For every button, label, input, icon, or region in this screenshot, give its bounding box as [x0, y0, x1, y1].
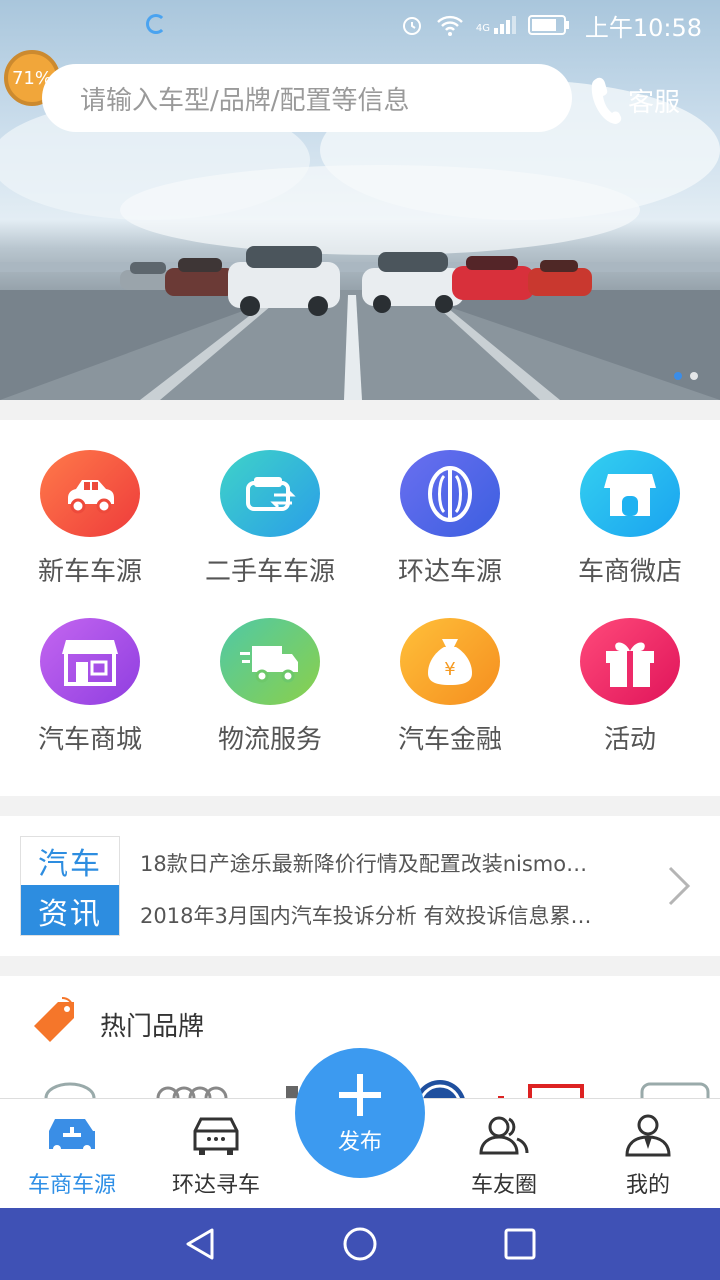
customer-service-label: 客服 — [628, 87, 681, 118]
search-input[interactable]: 请输入车型/品牌/配置等信息 — [42, 64, 572, 132]
alarm-icon — [402, 17, 421, 35]
nav-label: 车友圈 — [470, 1173, 537, 1198]
friends-icon — [479, 1116, 529, 1155]
grid-item-finance[interactable]: ¥ 汽车金融 — [360, 588, 540, 756]
grid-label: 新车车源 — [37, 557, 142, 587]
status-icons: 4G — [400, 10, 570, 40]
grid-label: 物流服务 — [217, 725, 322, 755]
news-logo-top: 汽车 — [21, 837, 119, 885]
recent-apps-icon[interactable] — [502, 1226, 538, 1262]
car-exchange-icon — [220, 450, 320, 537]
car-icon — [40, 450, 140, 537]
news-logo-bottom: 资讯 — [21, 885, 119, 935]
back-icon[interactable] — [182, 1226, 218, 1262]
customer-service-button[interactable]: 客服 — [588, 72, 680, 128]
grid-item-dealer-store[interactable]: 车商微店 — [540, 420, 720, 588]
grid-item-logistics[interactable]: 物流服务 — [180, 588, 360, 756]
system-navigation-bar — [0, 1208, 720, 1280]
car-source-icon — [49, 1119, 95, 1153]
grid-label: 车商微店 — [577, 557, 682, 587]
money-bag-icon: ¥ — [400, 618, 500, 705]
car-search-icon — [193, 1117, 239, 1155]
grid-label: 活动 — [603, 725, 656, 755]
search-placeholder: 请输入车型/品牌/配置等信息 — [80, 85, 410, 116]
grid-item-new-car[interactable]: 新车车源 — [0, 420, 180, 588]
phone-icon — [591, 77, 622, 124]
grid-item-car-mall[interactable]: 汽车商城 — [0, 588, 180, 756]
store-icon — [580, 450, 680, 537]
banner-image — [0, 80, 720, 400]
wifi-icon — [437, 15, 463, 36]
carousel-indicator — [674, 372, 698, 380]
news-headline[interactable]: 2018年3月国内汽车投诉分析 有效投诉信息累… — [140, 900, 640, 930]
home-icon[interactable] — [342, 1226, 378, 1262]
truck-icon — [220, 618, 320, 705]
nav-label: 环达寻车 — [171, 1173, 260, 1198]
nav-label: 车商车源 — [27, 1173, 116, 1198]
grid-label: 二手车车源 — [204, 557, 335, 587]
tag-icon — [34, 997, 74, 1042]
svg-text:¥: ¥ — [444, 659, 455, 680]
shop-icon — [40, 618, 140, 705]
nav-label: 我的 — [625, 1173, 670, 1198]
grid-item-huanda[interactable]: 环达车源 — [360, 420, 540, 588]
publish-label: 发布 — [337, 1130, 382, 1155]
car-news-logo: 汽车 资讯 — [20, 836, 120, 936]
publish-button[interactable]: 发布 — [295, 1048, 425, 1178]
profile-icon — [625, 1114, 671, 1157]
plus-icon — [339, 1074, 381, 1116]
grid-item-activity[interactable]: 活动 — [540, 588, 720, 756]
hot-brands-title: 热门品牌 — [100, 1012, 205, 1042]
loading-icon — [146, 14, 166, 34]
nav-tab-dealer-source[interactable]: 车商车源 — [0, 1099, 144, 1209]
gift-icon — [580, 618, 680, 705]
status-time: 上午10:58 — [584, 14, 702, 42]
carousel-dot — [674, 372, 682, 380]
app-screen: 4G 上午10:58 71% 请输入车型/品牌/配置等信息 客服 新车车源 二手… — [0, 0, 720, 1280]
nav-tab-profile[interactable]: 我的 — [576, 1099, 720, 1209]
signal-icon: 4G — [476, 16, 516, 34]
car-white-sedan — [362, 252, 464, 313]
car-news-section[interactable]: 汽车 资讯 18款日产途乐最新降价行情及配置改装nismo… 2018年3月国内… — [0, 816, 720, 956]
grid-label: 汽车商城 — [37, 725, 142, 755]
grid-label: 汽车金融 — [397, 725, 502, 755]
chevron-right-icon[interactable] — [664, 864, 694, 908]
battery-icon — [528, 15, 569, 35]
status-bar: 4G 上午10:58 — [0, 0, 720, 50]
huanda-logo-icon — [400, 450, 500, 537]
carousel-dot — [690, 372, 698, 380]
nav-tab-car-search[interactable]: 环达寻车 — [144, 1099, 288, 1209]
nav-tab-car-friends[interactable]: 车友圈 — [432, 1099, 576, 1209]
grid-label: 环达车源 — [397, 557, 502, 587]
function-grid: 新车车源 二手车车源 环达车源 车商微店 汽车商城 物流服务 ¥ 汽车金融 活动 — [0, 420, 720, 796]
banner[interactable] — [0, 0, 720, 400]
grid-item-used-car[interactable]: 二手车车源 — [180, 420, 360, 588]
car-white-suv — [228, 246, 340, 316]
news-headline[interactable]: 18款日产途乐最新降价行情及配置改装nismo… — [140, 848, 640, 878]
